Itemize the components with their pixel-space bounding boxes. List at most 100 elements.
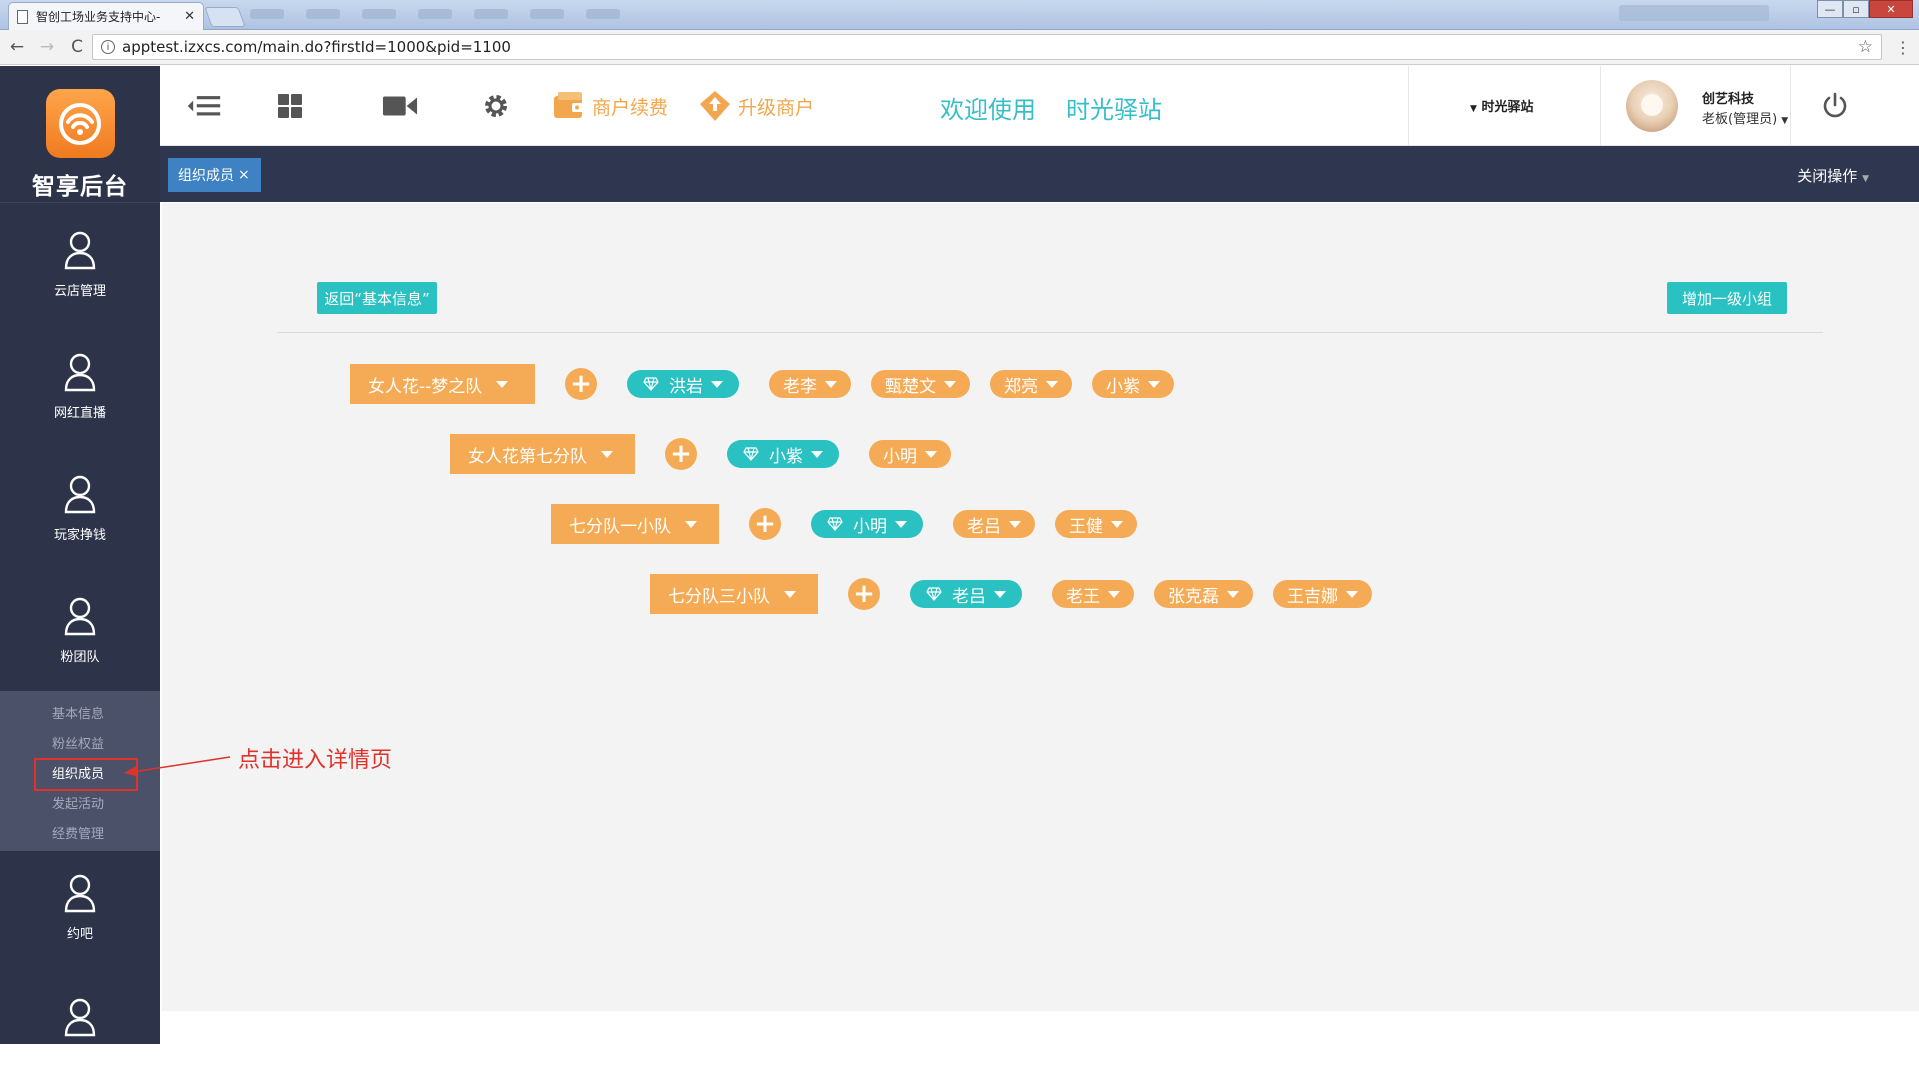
person-icon <box>64 231 96 269</box>
sidebar-item-label: 生活缴费设置 <box>40 1051 119 1066</box>
leader-dropdown[interactable]: 老吕 <box>910 580 1022 608</box>
info-icon[interactable]: i <box>101 40 115 54</box>
sidebar-item-player-earn[interactable]: 玩家挣钱 <box>0 447 160 569</box>
brand-name: 智享后台 <box>32 174 128 200</box>
member-name: 甄楚文 <box>885 376 936 397</box>
avatar[interactable] <box>1626 80 1678 132</box>
sidebar-item-cloud-store[interactable]: 云店管理 <box>0 203 160 325</box>
member-name: 老王 <box>1066 586 1100 607</box>
star-icon[interactable]: ☆ <box>1858 37 1873 57</box>
submenu-org-members[interactable]: 组织成员 <box>0 757 160 791</box>
add-member-button[interactable]: + <box>749 508 781 540</box>
member-dropdown[interactable]: 老王 <box>1052 580 1134 608</box>
leader-dropdown[interactable]: 小明 <box>811 510 923 538</box>
renew-merchant-button[interactable]: 商户续费 <box>552 90 668 122</box>
back-button[interactable]: ← <box>4 34 30 60</box>
new-tab-button[interactable] <box>204 7 246 27</box>
submenu-start-event[interactable]: 发起活动 <box>0 787 160 817</box>
member-dropdown[interactable]: 小紫 <box>1092 370 1174 398</box>
add-member-button[interactable]: + <box>848 578 880 610</box>
back-to-basic-info-button[interactable]: 返回“基本信息” <box>317 282 437 314</box>
gear-icon[interactable] <box>478 90 514 122</box>
station-dropdown[interactable]: ▼ 时光驿站 <box>1470 96 1533 115</box>
header-separator <box>1600 66 1601 146</box>
diamond-icon <box>827 517 843 531</box>
member-dropdown[interactable]: 老吕 <box>953 510 1035 538</box>
app-logo[interactable] <box>45 89 115 158</box>
menu-toggle-icon[interactable] <box>186 90 222 122</box>
add-member-button[interactable]: + <box>665 438 697 470</box>
url-text[interactable]: apptest.izxcs.com/main.do?firstId=1000&p… <box>122 38 511 56</box>
reload-button[interactable]: C <box>64 34 90 60</box>
sidebar-item-utility[interactable]: 生活缴费设置 <box>0 963 160 1075</box>
member-name: 王健 <box>1069 516 1103 537</box>
footer-strip <box>162 1011 1919 1044</box>
person-icon <box>64 475 96 513</box>
video-camera-icon[interactable] <box>382 90 418 122</box>
team-name: 七分队一小队 <box>569 516 671 537</box>
diamond-icon <box>643 377 659 391</box>
close-operations-label: 关闭操作 <box>1797 167 1858 185</box>
close-operations-dropdown[interactable]: 关闭操作 ▼ <box>1797 165 1869 186</box>
member-dropdown[interactable]: 王健 <box>1055 510 1137 538</box>
browser-tab[interactable]: 智创工场业务支持中心- ✕ <box>8 2 204 30</box>
team-row: 女人花第七分队 + 小紫 小明 <box>450 434 951 474</box>
member-dropdown[interactable]: 张克磊 <box>1154 580 1253 608</box>
leader-dropdown[interactable]: 小紫 <box>727 440 839 468</box>
minimize-button[interactable]: — <box>1817 0 1843 18</box>
close-tab-icon[interactable]: ✕ <box>184 9 195 24</box>
team-name: 七分队三小队 <box>668 586 770 607</box>
url-field[interactable]: i apptest.izxcs.com/main.do?firstId=1000… <box>92 34 1882 60</box>
upgrade-label: 升级商户 <box>738 96 815 119</box>
sidebar-item-label: 约吧 <box>66 926 93 942</box>
team-row: 七分队三小队 + 老吕 老王 张克磊 王吉娜 <box>650 574 1372 614</box>
renew-label: 商户续费 <box>592 96 669 119</box>
tab-org-members[interactable]: 组织成员 × <box>168 158 261 192</box>
member-dropdown[interactable]: 老李 <box>769 370 851 398</box>
document-icon <box>17 9 28 24</box>
member-dropdown[interactable]: 甄楚文 <box>871 370 970 398</box>
profile-blurred <box>1619 5 1769 21</box>
close-icon[interactable]: × <box>238 167 250 183</box>
browser-menu-icon[interactable]: ⋮ <box>1895 38 1911 57</box>
member-name: 张克磊 <box>1168 586 1219 607</box>
maximize-button[interactable]: ▫ <box>1843 0 1869 18</box>
browser-tab-strip: 智创工场业务支持中心- ✕ — ▫ ✕ <box>0 0 1919 30</box>
power-icon[interactable] <box>1820 91 1850 121</box>
tab-label: 组织成员 <box>178 168 234 184</box>
person-icon <box>64 353 96 391</box>
grid-icon[interactable] <box>272 90 308 122</box>
leader-dropdown[interactable]: 洪岩 <box>627 370 739 398</box>
add-group-button[interactable]: 增加一级小组 <box>1667 282 1787 314</box>
team-dropdown[interactable]: 女人花第七分队 <box>450 434 635 474</box>
welcome-text: 欢迎使用 <box>940 96 1036 124</box>
add-member-button[interactable]: + <box>565 368 597 400</box>
diamond-icon <box>743 447 759 461</box>
team-dropdown[interactable]: 七分队三小队 <box>650 574 818 614</box>
team-dropdown[interactable]: 女人花--梦之队 <box>350 364 535 404</box>
window-close-button[interactable]: ✕ <box>1869 0 1913 18</box>
sidebar-item-yueba[interactable]: 约吧 <box>0 851 160 963</box>
submenu-basic-info[interactable]: 基本信息 <box>0 697 160 727</box>
forward-button[interactable]: → <box>34 34 60 60</box>
sidebar-item-fan-team[interactable]: 粉团队 <box>0 569 160 691</box>
browser-tab-title: 智创工场业务支持中心- <box>36 10 161 24</box>
member-dropdown[interactable]: 王吉娜 <box>1273 580 1372 608</box>
member-name: 小紫 <box>1106 376 1140 397</box>
member-dropdown[interactable]: 小明 <box>869 440 951 468</box>
person-icon <box>64 597 96 635</box>
team-dropdown[interactable]: 七分队一小队 <box>551 504 719 544</box>
member-name: 老吕 <box>967 516 1001 537</box>
member-name: 小明 <box>883 446 917 467</box>
user-name: 创艺科技 <box>1702 92 1755 107</box>
upgrade-merchant-button[interactable]: 升级商户 <box>698 90 814 122</box>
header-separator <box>1790 66 1791 146</box>
user-role-dropdown[interactable]: 老板(管理员) ▼ <box>1702 108 1788 127</box>
submenu-funds[interactable]: 经费管理 <box>0 817 160 847</box>
submenu-fan-rights[interactable]: 粉丝权益 <box>0 727 160 757</box>
member-dropdown[interactable]: 郑亮 <box>990 370 1072 398</box>
header-separator <box>1408 66 1409 146</box>
sidebar-item-live[interactable]: 网红直播 <box>0 325 160 447</box>
team-row: 七分队一小队 + 小明 老吕 王健 <box>551 504 1137 544</box>
team-name: 女人花第七分队 <box>468 446 587 467</box>
